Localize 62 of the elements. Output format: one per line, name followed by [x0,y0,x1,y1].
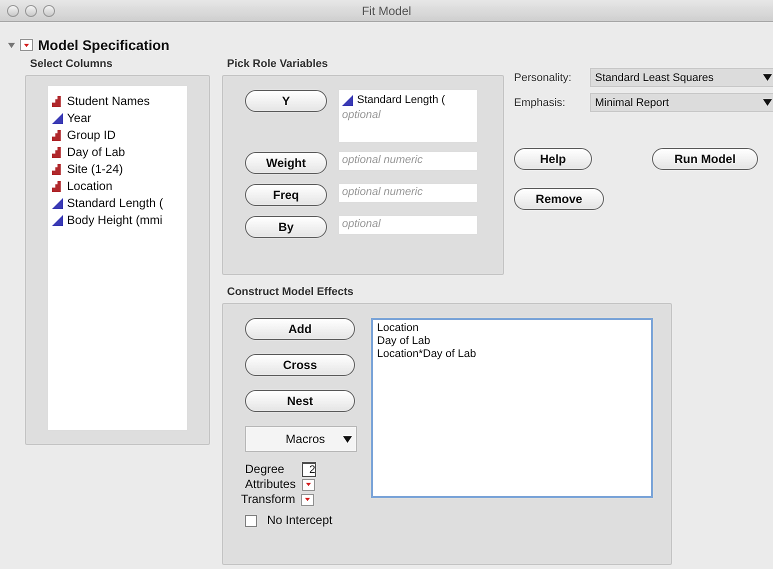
effect-button[interactable]: Add [245,318,355,340]
nominal-column-icon [52,147,63,158]
help-button[interactable]: Help [514,148,592,170]
effect-item[interactable]: Location [377,322,647,335]
role-button[interactable]: Y [245,90,327,112]
nominal-column-icon [52,130,63,141]
dropdown-arrow-icon [763,74,772,81]
placeholder-text: optional numeric [342,154,423,166]
nominal-column-icon [52,181,63,192]
role-field[interactable]: Standard Length ( optional [339,90,477,142]
column-item[interactable]: Year [52,110,183,127]
effect-item[interactable]: Location*Day of Lab [377,348,647,361]
checkbox-label: No Intercept [267,513,332,528]
group-title: Pick Role Variables [227,58,329,70]
effect-item[interactable]: Day of Lab [377,335,647,348]
column-item[interactable]: Standard Length ( [52,195,183,212]
emphasis-label: Emphasis: [514,96,566,108]
column-item[interactable]: Group ID [52,127,183,144]
dropdown-arrow-icon [763,99,772,106]
column-item[interactable]: Body Height (mmi [52,212,183,229]
continuous-column-icon [52,215,63,226]
column-item[interactable]: Student Names [52,93,183,110]
menu-icon[interactable] [301,494,314,506]
disclosure-triangle-icon[interactable] [8,42,15,48]
menu-icon[interactable] [20,39,33,51]
dropdown-arrow-icon [343,436,352,442]
zoom-button[interactable] [43,4,55,16]
nominal-column-icon [52,96,63,107]
degree-field[interactable]: 2 [302,462,316,477]
column-item[interactable]: Day of Lab [52,144,183,161]
column-item[interactable]: Location [52,178,183,195]
placeholder-text: optional numeric [342,186,423,198]
macros-dropdown[interactable]: Macros [245,426,357,452]
column-item[interactable]: Site (1-24) [52,161,183,178]
run-model-button[interactable]: Run Model [652,148,758,170]
section-title: Model Specification [38,37,170,53]
degree-label: Degree [245,462,284,477]
placeholder-text: optional [342,109,381,121]
emphasis-dropdown[interactable]: Minimal Report [590,93,773,112]
role-variable: Standard Length ( [357,93,446,108]
close-button[interactable] [7,4,19,16]
group-title: Construct Model Effects [227,286,355,298]
remove-button[interactable]: Remove [514,188,604,210]
menu-icon[interactable] [302,478,315,490]
nominal-column-icon [52,164,63,175]
role-button[interactable]: Freq [245,184,327,206]
role-button[interactable]: By [245,216,327,238]
checkbox[interactable] [245,514,257,526]
continuous-column-icon [342,95,353,106]
attributes-label: Attributes [245,477,296,492]
minimize-button[interactable] [25,4,37,16]
continuous-column-icon [52,113,63,124]
placeholder-text: optional [342,218,381,230]
effect-button[interactable]: Nest [245,390,355,412]
role-button[interactable]: Weight [245,152,327,174]
group-title: Select Columns [30,58,114,70]
personality-dropdown[interactable]: Standard Least Squares [590,68,773,87]
window-title: Fit Model [362,4,412,18]
transform-label: Transform [241,492,296,507]
continuous-column-icon [52,198,63,209]
personality-label: Personality: [514,72,572,84]
effect-button[interactable]: Cross [245,354,355,376]
